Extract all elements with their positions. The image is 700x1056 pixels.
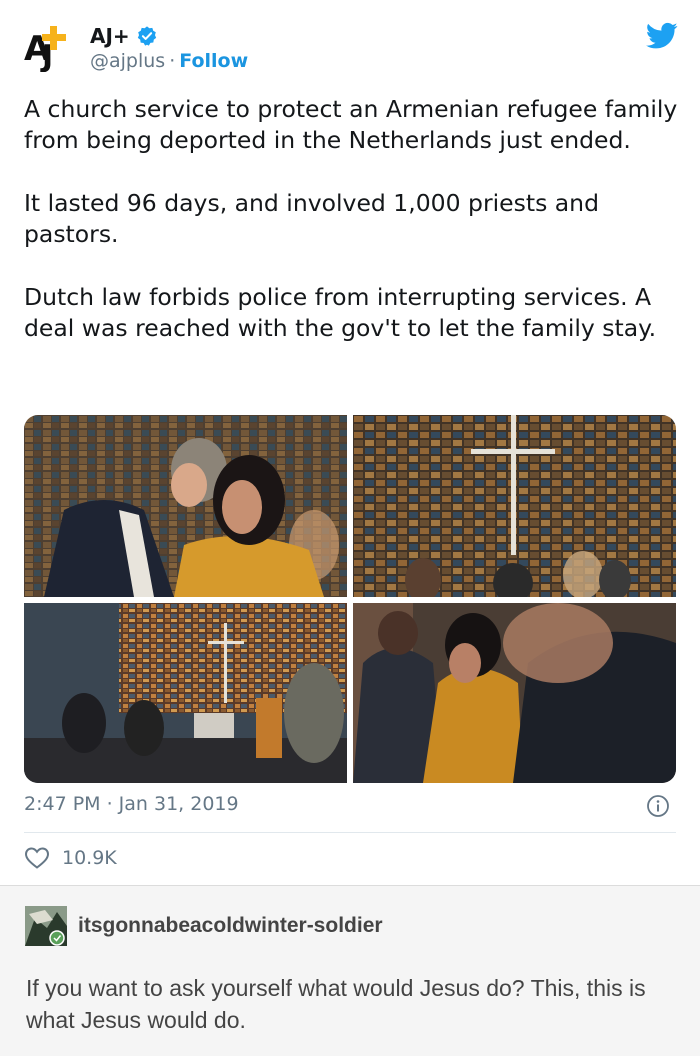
twitter-bird-icon[interactable]: [646, 22, 678, 50]
handle[interactable]: @ajplus: [90, 50, 165, 72]
display-name[interactable]: AJ+: [90, 24, 130, 48]
tumblr-username[interactable]: itsgonnabeacoldwinter-soldier: [78, 914, 383, 938]
handle-row: @ajplus · Follow: [90, 50, 248, 72]
follow-button[interactable]: Follow: [179, 50, 248, 72]
photo-church-cross[interactable]: [353, 415, 676, 597]
media-grid: [24, 415, 676, 783]
tweet-card: A J AJ+ @ajplus · Follow A church service …: [0, 0, 700, 885]
separator-dot: ·: [169, 50, 176, 72]
tweet-timestamp[interactable]: 2:47 PM · Jan 31, 2019: [24, 793, 239, 815]
author-name-row: AJ+: [90, 24, 158, 48]
photo-church-service[interactable]: [24, 603, 347, 783]
photo-women-embracing[interactable]: [24, 415, 347, 597]
heart-icon[interactable]: [24, 846, 50, 870]
photo-people-praying[interactable]: [353, 603, 676, 783]
info-icon[interactable]: [646, 794, 670, 818]
divider: [24, 832, 676, 833]
verified-badge-icon: [137, 26, 156, 46]
likes-count: 10.9K: [62, 847, 117, 869]
tumblr-comment: If you want to ask yourself what would J…: [26, 975, 646, 1033]
user-avatar[interactable]: [25, 906, 67, 946]
likes-row[interactable]: 10.9K: [24, 846, 117, 870]
aj-logo-icon[interactable]: A J: [22, 22, 72, 74]
tumblr-reply: itsgonnabeacoldwinter-soldier If you wan…: [0, 885, 700, 1056]
tweet-paragraph: It lasted 96 days, and involved 1,000 pr…: [24, 189, 599, 248]
tweet-paragraph: Dutch law forbids police from interrupti…: [24, 283, 657, 342]
tweet-text: A church service to protect an Armenian …: [24, 94, 684, 376]
tweet-paragraph: A church service to protect an Armenian …: [24, 95, 678, 154]
